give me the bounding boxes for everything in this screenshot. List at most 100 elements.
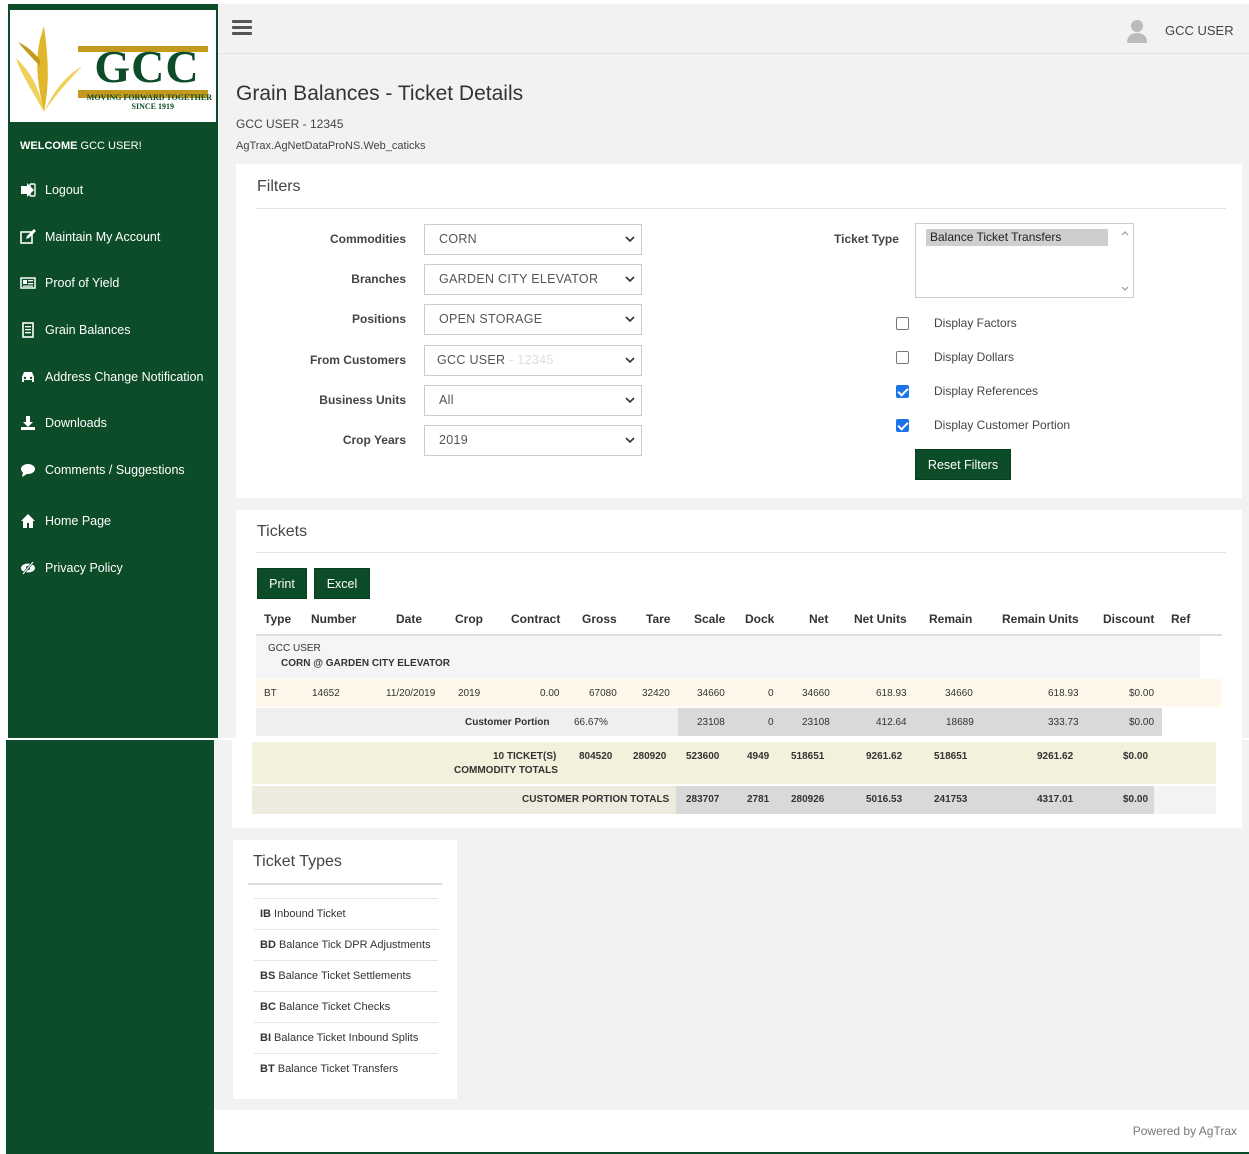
customer-portion-scale: 23108	[697, 717, 725, 728]
col-dock[interactable]: Dock	[745, 612, 774, 626]
cp-totals-scale: 283707	[686, 794, 720, 805]
sidebar-item-proof-of-yield[interactable]: Proof of Yield	[20, 273, 119, 293]
gcc-logo[interactable]: GCC MOVING FORWARD TOGETHER SINCE 1919	[10, 10, 216, 122]
ticket-type-listbox[interactable]: Balance Ticket Transfers	[915, 223, 1134, 298]
eye-slash-icon	[20, 560, 38, 576]
row-date: 11/20/2019	[386, 688, 436, 699]
row-scale: 34660	[697, 688, 725, 699]
row-number: 14652	[312, 688, 340, 699]
sidebar-item-privacy-policy[interactable]: Privacy Policy	[20, 558, 123, 578]
display-dollars-label: Display Dollars	[934, 350, 1015, 364]
chevron-down-icon	[625, 397, 635, 404]
col-gross[interactable]: Gross	[582, 612, 617, 626]
sidebar-item-logout[interactable]: Logout	[20, 180, 83, 200]
sidebar-item-grain-balances[interactable]: Grain Balances	[20, 320, 130, 340]
reset-filters-button[interactable]: Reset Filters	[915, 449, 1011, 480]
totals-remain: 518651	[934, 751, 968, 762]
crop-years-select[interactable]: 2019	[424, 425, 642, 456]
business-units-select[interactable]: All	[424, 385, 642, 416]
user-id-line: GCC USER - 12345	[236, 117, 344, 131]
display-dollars-checkbox[interactable]	[896, 351, 909, 364]
display-factors-checkbox[interactable]	[896, 317, 909, 330]
col-discount[interactable]: Discount	[1103, 612, 1154, 626]
display-references-checkbox[interactable]	[896, 385, 909, 398]
home-icon	[20, 513, 38, 529]
from-customers-label: From Customers	[309, 353, 406, 367]
ticket-type-label: Ticket Type	[834, 232, 899, 246]
col-ref[interactable]: Ref	[1171, 612, 1190, 626]
sidebar-item-label: Grain Balances	[45, 323, 131, 337]
customer-portion-pct: 66.67%	[574, 717, 608, 728]
customer-portion-totals-ref-band	[1154, 786, 1216, 814]
positions-label: Positions	[351, 312, 406, 326]
col-crop[interactable]: Crop	[455, 612, 483, 626]
display-references-label: Display References	[934, 384, 1039, 398]
sidebar-item-address-change[interactable]: Address Change Notification	[20, 367, 203, 387]
row-crop: 2019	[458, 688, 481, 699]
chevron-down-icon	[625, 236, 635, 243]
logout-icon	[20, 182, 38, 198]
user-avatar-icon[interactable]	[1126, 18, 1148, 44]
col-tare[interactable]: Tare	[646, 612, 670, 626]
col-contract[interactable]: Contract	[511, 612, 560, 626]
sidebar-item-label: Home Page	[45, 514, 112, 528]
totals-scale: 523600	[686, 751, 720, 762]
row-remain-units: 618.93	[1048, 688, 1079, 699]
top-bar: GCC USER	[218, 4, 1249, 54]
hamburger-menu-icon[interactable]	[232, 20, 252, 36]
excel-button[interactable]: Excel	[314, 568, 370, 599]
row-tare: 32420	[642, 688, 670, 699]
commodities-select[interactable]: CORN	[424, 224, 642, 255]
display-customer-portion-checkbox[interactable]	[896, 419, 909, 432]
col-remain[interactable]: Remain	[929, 612, 972, 626]
ticket-type-option-selected[interactable]: Balance Ticket Transfers	[926, 229, 1108, 246]
chevron-down-icon	[625, 357, 635, 364]
col-net-units[interactable]: Net Units	[854, 612, 907, 626]
cp-totals-remain-units: 4317.01	[1037, 794, 1074, 805]
totals-discount: $0.00	[1123, 751, 1149, 762]
agtrax-link[interactable]: AgTrax	[1199, 1124, 1237, 1138]
row-type: BT	[264, 688, 277, 699]
edit-icon	[20, 229, 38, 245]
col-type[interactable]: Type	[264, 612, 291, 626]
listbox-scrollbar[interactable]	[1117, 224, 1133, 297]
branches-select[interactable]: GARDEN CITY ELEVATOR	[424, 264, 642, 295]
row-net: 34660	[802, 688, 830, 699]
chevron-down-icon	[625, 316, 635, 323]
customer-portion-discount: $0.00	[1129, 717, 1155, 728]
document-icon	[20, 322, 38, 338]
col-number[interactable]: Number	[311, 612, 356, 626]
header-user-name[interactable]: GCC USER	[1165, 23, 1234, 38]
totals-remain-units: 9261.62	[1037, 751, 1074, 762]
totals-net: 518651	[791, 751, 825, 762]
col-net[interactable]: Net	[809, 612, 828, 626]
sidebar-item-maintain-account[interactable]: Maintain My Account	[20, 227, 160, 247]
from-customers-select[interactable]: GCC USER - 12345	[424, 345, 642, 376]
ticket-type-item: IB Inbound Ticket	[254, 898, 438, 929]
col-remain-units[interactable]: Remain Units	[1002, 612, 1079, 626]
sidebar-item-label: Maintain My Account	[45, 230, 161, 244]
download-icon	[20, 415, 38, 431]
customer-portion-remain: 18689	[946, 717, 974, 728]
ticket-types-title: Ticket Types	[253, 853, 342, 870]
sidebar-item-home-page[interactable]: Home Page	[20, 511, 111, 531]
sidebar-item-comments[interactable]: Comments / Suggestions	[20, 460, 185, 480]
filters-panel	[236, 164, 1242, 498]
col-date[interactable]: Date	[396, 612, 422, 626]
totals-gross: 804520	[579, 751, 613, 762]
sidebar-item-downloads[interactable]: Downloads	[20, 413, 107, 433]
cp-totals-net-units: 5016.53	[866, 794, 903, 805]
sidebar-item-label: Logout	[45, 183, 84, 197]
col-scale[interactable]: Scale	[694, 612, 725, 626]
row-gross: 67080	[589, 688, 617, 699]
row-dock: 0	[768, 688, 774, 699]
commodity-totals-label: COMMODITY TOTALS	[454, 765, 558, 776]
print-button[interactable]: Print	[257, 568, 307, 599]
page-title: Grain Balances - Ticket Details	[236, 82, 524, 105]
totals-tare: 280920	[633, 751, 667, 762]
tickets-title: Tickets	[257, 523, 308, 540]
sidebar-item-label: Downloads	[45, 416, 107, 430]
positions-select[interactable]: OPEN STORAGE	[424, 304, 642, 335]
row-discount: $0.00	[1129, 688, 1155, 699]
display-factors-label: Display Factors	[934, 316, 1017, 330]
